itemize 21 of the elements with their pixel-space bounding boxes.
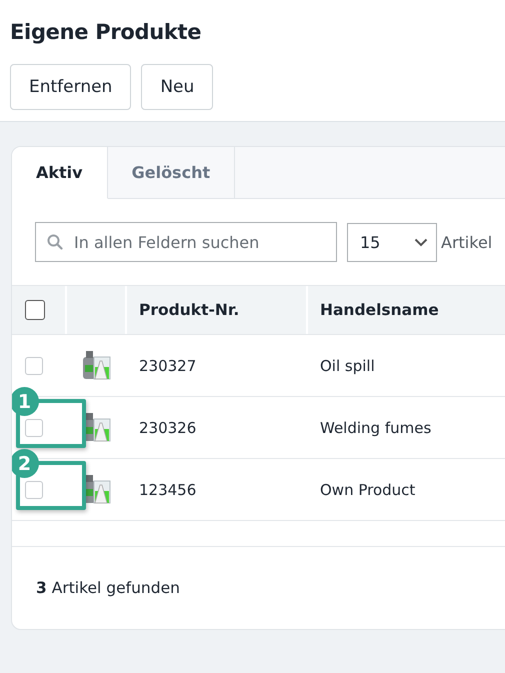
tab[interactable]: Aktiv xyxy=(12,147,108,199)
column-header[interactable]: Handelsname xyxy=(308,286,505,334)
caret-icon xyxy=(414,238,428,246)
table-cell-text: Welding fumes xyxy=(319,418,432,438)
search-field[interactable]: In allen Feldern suchen xyxy=(35,222,337,262)
page-size-select[interactable]: 15 xyxy=(347,222,437,262)
toolbar-button[interactable]: Neu xyxy=(141,64,214,110)
column-header[interactable]: Produkt-Nr. xyxy=(127,286,308,334)
table-cell-text: Oil spill xyxy=(319,356,376,376)
page-size-label: Artikel xyxy=(441,232,492,252)
toolbar-button[interactable]: Entfernen xyxy=(10,64,132,110)
page-title: Eigene Produkte xyxy=(10,20,202,44)
result-count: 3 Artikel gefunden xyxy=(36,579,180,597)
table-cell-text: 230326 xyxy=(138,418,198,438)
table-cell-text: 230327 xyxy=(138,356,198,376)
table-cell-text: 123456 xyxy=(138,480,198,500)
table-cell-text: Own Product xyxy=(319,480,416,500)
step-badge: 2 xyxy=(12,449,39,478)
checkbox[interactable] xyxy=(25,300,45,320)
step-badge: 1 xyxy=(12,387,39,416)
tab[interactable]: Gelöscht xyxy=(108,147,236,199)
